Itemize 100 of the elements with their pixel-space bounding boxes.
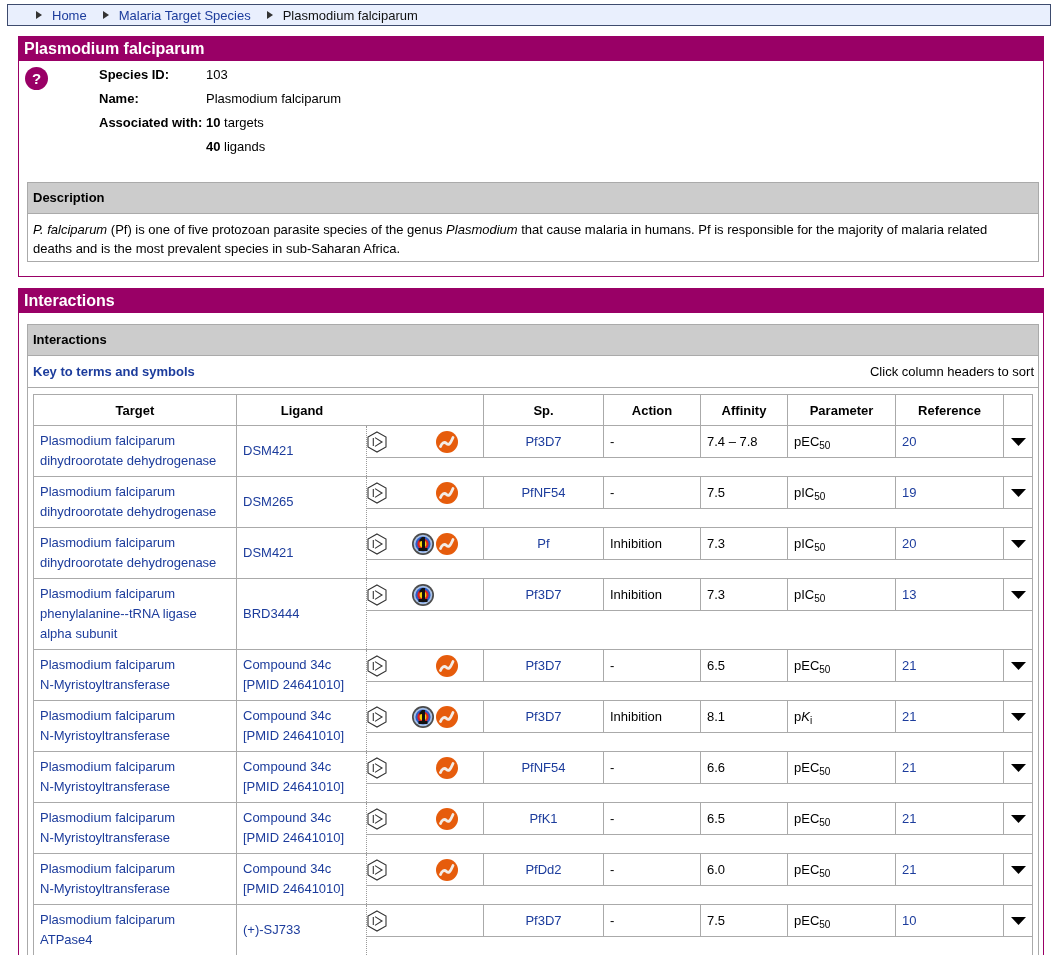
column-header[interactable]: Affinity [701,395,788,425]
ligand-link[interactable]: Compound 34c [PMID 24641010] [243,757,345,797]
target-link[interactable]: Plasmodium falciparum dihydroorotate dehydrogenase [40,533,217,573]
affinity-value: 7.3 [707,587,726,602]
reference-link[interactable]: 21 [902,760,917,775]
ligand-link[interactable]: Compound 34c [PMID 24641010] [243,655,345,695]
triangle-icon [36,11,42,19]
reference-link[interactable]: 20 [902,536,917,551]
reference-link[interactable]: 21 [902,862,917,877]
action-text: - [610,811,615,826]
target-link[interactable]: Plasmodium falciparum ATPase4 [40,910,176,950]
caret-icon[interactable] [1010,590,1026,599]
species-link[interactable]: Pf3D7 [525,587,562,602]
target-link[interactable]: Plasmodium falciparum N-Myristoyltransferase [40,706,176,746]
species-link[interactable]: PfDd2 [525,862,562,877]
reference-link[interactable]: 10 [902,913,917,928]
sort-hint: Click column headers to sort [870,364,1034,379]
parameter-text: pEC$_{50}$ [794,434,831,449]
ligand-link[interactable]: Compound 34c [PMID 24641010] [243,859,345,899]
caret-icon[interactable] [1010,916,1026,925]
description-text: P. falciparum (Pf) is one of five protozoan parasite species of the genus Plasmodium that cause malaria in humans. Pf is responsible for the majority of malaria related deaths and is the most prevalent species in sub-Saharan Africa. [32,221,989,258]
action-text: - [610,485,615,500]
affinity-value: 6.0 [707,862,726,877]
species-link[interactable]: Pf [537,536,550,551]
target-link[interactable]: Plasmodium falciparum dihydroorotate dehydrogenase [40,482,217,522]
field-value: 40 ligands [206,138,266,156]
caret-icon[interactable] [1010,763,1026,772]
reference-link[interactable]: 21 [902,709,917,724]
species-link[interactable]: Pf3D7 [525,658,562,673]
column-header[interactable]: Reference [896,395,1004,425]
species-link[interactable]: PfK1 [529,811,558,826]
action-text: - [610,658,615,673]
interactions-header: Interactions [28,325,1038,356]
breadcrumb-current: Plasmodium falciparum [282,7,418,23]
target-link[interactable]: Plasmodium falciparum N-Myristoyltransferase [40,859,176,899]
parameter-text: pIC$_{50}$ [794,587,826,602]
ligand-link[interactable]: DSM421 [243,543,294,563]
reference-link[interactable]: 21 [902,811,917,826]
species-link[interactable]: Pf3D7 [525,913,562,928]
ligand-link[interactable]: DSM265 [243,492,294,512]
parameter-text: pEC$_{50}$ [794,913,831,928]
caret-icon[interactable] [1010,865,1026,874]
action-text: - [610,760,615,775]
ligand-link[interactable]: DSM421 [243,441,294,461]
affinity-value: 6.6 [707,760,726,775]
ligand-link[interactable]: (+)-SJ733 [243,920,301,940]
description-header: Description [28,183,1038,214]
affinity-value: 7.4 – 7.8 [707,434,758,449]
target-link[interactable]: Plasmodium falciparum dihydroorotate dehydrogenase [40,431,217,471]
panel-title: Interactions [19,289,1043,313]
field-label: Species ID: [99,66,171,84]
parameter-text: pEC$_{50}$ [794,811,831,826]
action-text: Inhibition [610,536,663,551]
species-link[interactable]: Pf3D7 [525,709,562,724]
reference-link[interactable]: 21 [902,658,917,673]
panel-title: Plasmodium falciparum [19,37,1043,61]
reference-link[interactable]: 20 [902,434,917,449]
ligand-link[interactable]: Compound 34c [PMID 24641010] [243,808,345,848]
target-link[interactable]: Plasmodium falciparum N-Myristoyltransferase [40,757,176,797]
affinity-value: 7.5 [707,913,726,928]
ligand-link[interactable]: Compound 34c [PMID 24641010] [243,706,345,746]
ligand-link[interactable]: BRD3444 [243,604,300,624]
column-header[interactable]: Ligand [237,395,484,425]
parameter-text: pEC$_{50}$ [794,862,831,877]
affinity-value: 6.5 [707,658,726,673]
action-text: Inhibition [610,587,663,602]
breadcrumb-link[interactable]: Malaria Target Species [118,7,251,23]
caret-icon[interactable] [1010,712,1026,721]
key-link[interactable]: Key to terms and symbols [33,364,195,379]
field-label: Associated with: [99,114,204,132]
target-link[interactable]: Plasmodium falciparum N-Myristoyltransferase [40,655,176,695]
target-link[interactable]: Plasmodium falciparum N-Myristoyltransferase [40,808,176,848]
caret-icon[interactable] [1010,539,1026,548]
caret-icon[interactable] [1010,661,1026,670]
action-text: - [610,862,615,877]
field-value: 103 [206,66,228,84]
parameter-text: pIC$_{50}$ [794,536,826,551]
reference-link[interactable]: 19 [902,485,917,500]
action-text: - [610,434,615,449]
species-link[interactable]: PfNF54 [521,760,566,775]
caret-icon[interactable] [1010,488,1026,497]
triangle-icon [102,11,109,19]
affinity-value: 6.5 [707,811,726,826]
target-link[interactable]: Plasmodium falciparum phenylalanine--tRNA ligase alpha subunit [40,584,197,644]
column-header[interactable]: Target [34,395,237,425]
parameter-text: pEC$_{50}$ [794,760,831,775]
column-header[interactable]: Parameter [788,395,896,425]
field-value: 10 targets [206,114,264,132]
caret-icon[interactable] [1010,437,1026,446]
species-link[interactable]: PfNF54 [521,485,566,500]
affinity-value: 7.3 [707,536,726,551]
action-text: Inhibition [610,709,663,724]
species-link[interactable]: Pf3D7 [525,434,562,449]
field-label: Name: [99,90,140,108]
column-header[interactable]: Action [604,395,701,425]
caret-icon[interactable] [1010,814,1026,823]
field-value: Plasmodium falciparum [206,90,342,108]
reference-link[interactable]: 13 [902,587,917,602]
column-header[interactable]: Sp. [484,395,604,425]
breadcrumb-link[interactable]: Home [52,7,87,23]
